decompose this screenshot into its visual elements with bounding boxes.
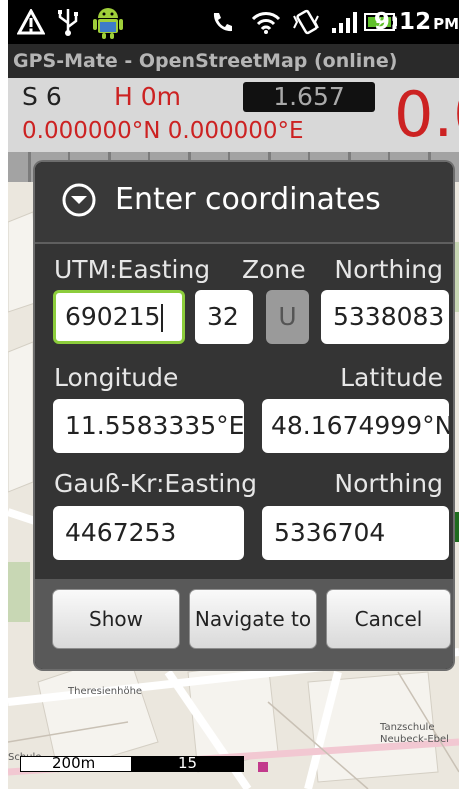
- gps-status-panel[interactable]: S 6 H 0m 1.657 0.000000°N 0.000000°E 0.0: [8, 78, 459, 154]
- svg-text:Neubeck-Ebel: Neubeck-Ebel: [380, 734, 449, 745]
- gauss-northing-input[interactable]: 5336704: [262, 506, 449, 560]
- height-readout: H 0m: [114, 82, 182, 111]
- utm-easting-label: UTM:Easting: [54, 255, 211, 284]
- show-button[interactable]: Show: [52, 589, 180, 649]
- latitude-input[interactable]: 48.1674999°N: [262, 399, 449, 453]
- vibrate-icon: [290, 0, 322, 44]
- dialog-buttons: Show Navigate to Cancel: [35, 579, 453, 669]
- wifi-icon: [250, 0, 282, 44]
- warning-icon: [16, 0, 46, 44]
- speed-readout: 0.0: [394, 78, 459, 151]
- phone-icon: [208, 0, 236, 44]
- scale-label-right: 15: [178, 754, 198, 772]
- zone-band-input[interactable]: U: [266, 290, 309, 344]
- gauss-easting-label: Gauß-Kr:Easting: [54, 469, 258, 498]
- dialog-title: Enter coordinates: [115, 182, 381, 217]
- dialog-header: Enter coordinates: [35, 162, 453, 244]
- status-bar: 9:12 PM: [8, 0, 459, 44]
- utm-northing-label: Northing: [334, 255, 443, 284]
- longitude-input[interactable]: 11.5583335°E: [53, 399, 244, 453]
- latitude-label: Latitude: [340, 363, 443, 392]
- zone-label: Zone: [242, 255, 306, 284]
- text-cursor: [161, 304, 164, 332]
- gauss-easting-input[interactable]: 4467253: [53, 506, 244, 560]
- svg-text:Tanzschule: Tanzschule: [379, 722, 434, 733]
- cancel-button[interactable]: Cancel: [326, 589, 451, 649]
- chevron-down-icon: [62, 183, 96, 217]
- utm-easting-input[interactable]: 690215: [53, 290, 185, 344]
- svg-text:Theresienhöhe: Theresienhöhe: [67, 686, 142, 697]
- dialog-body: UTM:Easting Zone Northing 690215 32 U 53…: [35, 244, 453, 579]
- gps-coordinates: 0.000000°N 0.000000°E: [22, 118, 304, 144]
- signal-icon: [328, 0, 360, 44]
- app-title: GPS-Mate - OpenStreetMap (online): [8, 44, 459, 78]
- android-icon: [90, 0, 126, 44]
- accuracy-readout: 1.657: [243, 82, 375, 112]
- satellite-count: S 6: [22, 82, 62, 111]
- navigate-to-button[interactable]: Navigate to: [189, 589, 317, 649]
- enter-coordinates-dialog: Enter coordinates UTM:Easting Zone North…: [35, 162, 453, 669]
- longitude-label: Longitude: [54, 363, 179, 392]
- clock: 9:12 PM: [373, 9, 459, 35]
- zone-input[interactable]: 32: [195, 290, 253, 344]
- phone-screen: 9:12 PM GPS-Mate - OpenStreetMap (online)…: [8, 0, 459, 789]
- utm-northing-input[interactable]: 5338083: [321, 290, 449, 344]
- gauss-northing-label: Northing: [334, 469, 443, 498]
- scale-label-left: 200m: [52, 754, 96, 772]
- usb-icon: [54, 0, 82, 44]
